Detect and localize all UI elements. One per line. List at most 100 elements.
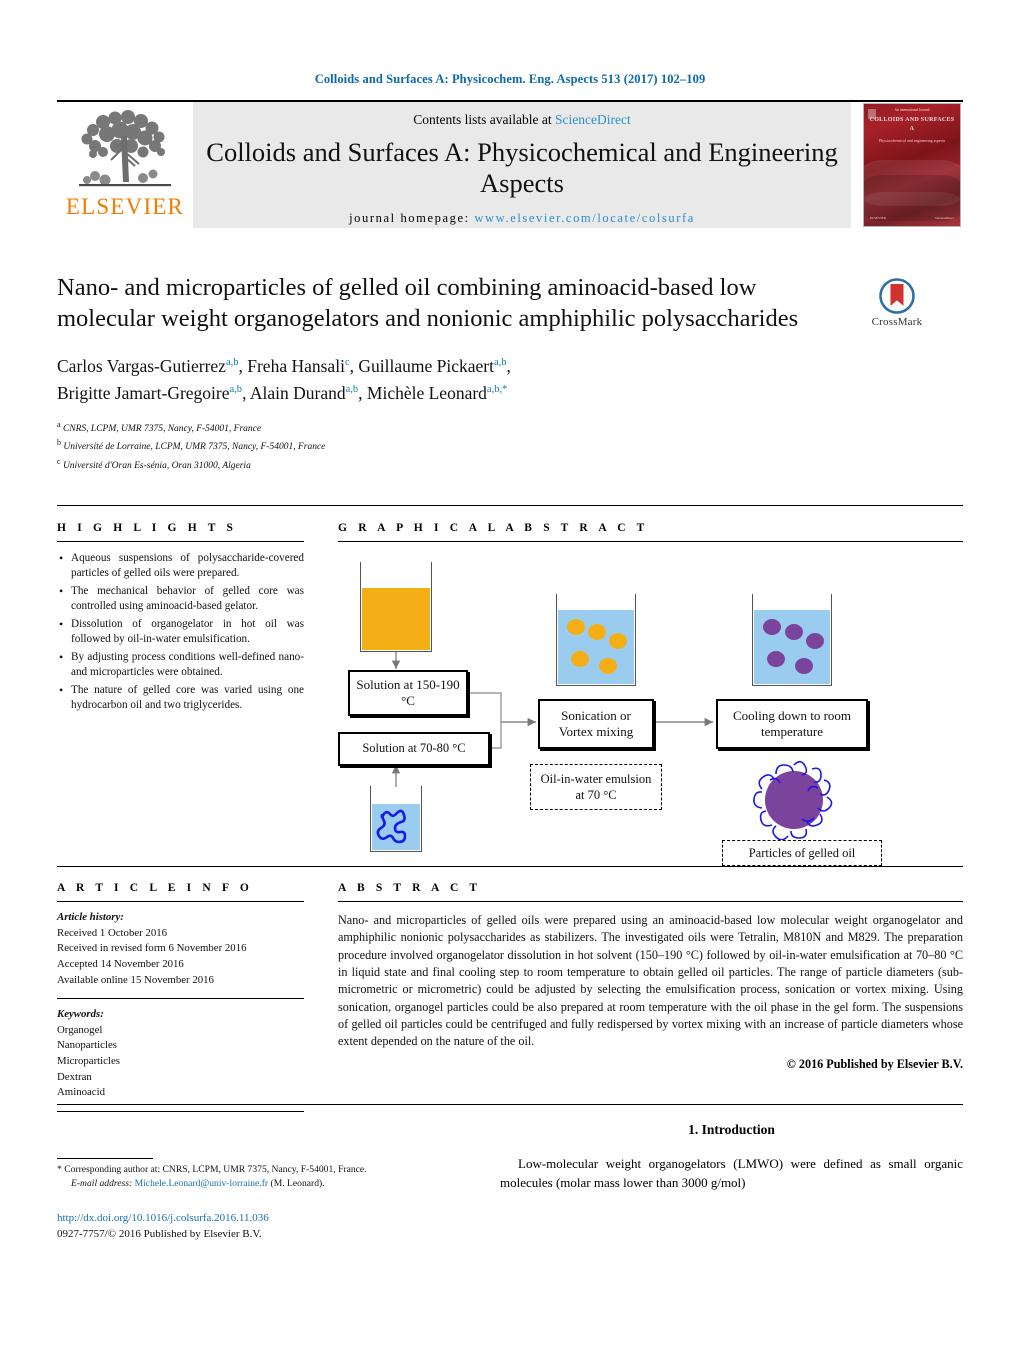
gelled-particle <box>766 651 785 668</box>
cover-subtitle: Physicochemical and engineering aspects <box>878 138 946 144</box>
box-emulsion-label: Oil-in-water emulsion at 70 °C <box>530 764 662 810</box>
oil-droplet <box>598 658 617 675</box>
journal-article-page: Colloids and Surfaces A: Physicochem. En… <box>0 0 1020 1351</box>
running-head: Colloids and Surfaces A: Physicochem. En… <box>314 72 706 86</box>
article-history-block: Article history: Received 1 October 2016… <box>57 910 304 988</box>
beaker-gelled <box>752 594 832 686</box>
gelled-particle <box>762 619 781 636</box>
list-item: The nature of gelled core was varied usi… <box>57 682 304 713</box>
keyword-item: Nanoparticles <box>57 1039 117 1052</box>
masthead-center: Contents lists available at ScienceDirec… <box>193 102 851 228</box>
section-divider-bottom <box>57 1104 963 1105</box>
graphical-abstract-heading: G R A P H I C A L A B S T R A C T <box>338 522 649 534</box>
list-item: Dissolution of organogelator in hot oil … <box>57 616 304 647</box>
journal-masthead: ELSEVIER Contents lists available at Sci… <box>57 100 963 228</box>
journal-homepage-label: journal homepage: <box>349 210 470 225</box>
oil-droplet <box>608 633 627 650</box>
graphical-abstract-section: G R A P H I C A L A B S T R A C T Soluti… <box>338 522 963 866</box>
crossmark-icon <box>879 278 915 314</box>
author-sep: , <box>506 355 511 376</box>
cover-bottom-left: ELSEVIER <box>870 216 887 220</box>
keyword-item: Organogel <box>57 1023 103 1036</box>
keywords-block: Keywords: Organogel Nanoparticles Microp… <box>57 1007 304 1101</box>
gelled-particle <box>794 658 813 675</box>
corresponding-star: * <box>57 1164 62 1175</box>
beaker-liquid-water <box>557 610 635 685</box>
gelled-particle <box>784 624 803 641</box>
history-item: Accepted 14 November 2016 <box>57 957 184 970</box>
doi-link[interactable]: http://dx.doi.org/10.1016/j.colsurfa.201… <box>57 1211 487 1227</box>
article-info-rule <box>57 901 304 902</box>
box-particles-label: Particles of gelled oil <box>722 840 882 866</box>
section-divider-mid <box>57 866 963 867</box>
cover-bottom-right: ScienceDirect <box>934 216 954 220</box>
keywords-label: Keywords: <box>57 1008 104 1021</box>
author-affil-marks: a,b,* <box>486 384 508 396</box>
introduction-paragraph: Low-molecular weight organogelators (LMW… <box>500 1156 963 1190</box>
sciencedirect-link[interactable]: ScienceDirect <box>555 112 631 127</box>
author-name: Michèle Leonard <box>366 382 487 403</box>
journal-homepage-line: journal homepage: www.elsevier.com/locat… <box>349 211 695 226</box>
author-sep: , <box>242 382 250 403</box>
affiliation-mark: b <box>57 438 61 448</box>
author-item: Alain Duranda,b <box>250 383 358 403</box>
email-label: E-mail address: <box>71 1178 133 1190</box>
affiliation-text: Université de Lorraine, LCPM, UMR 7375, … <box>63 442 326 453</box>
beaker-liquid-oil <box>361 588 431 651</box>
author-name: Freha Hansali <box>247 355 345 376</box>
graphical-abstract-figure: Solution at 150-190 °C Solution at 70-80… <box>338 552 963 866</box>
issn-line: 0927-7757/© 2016 Published by Elsevier B… <box>57 1227 262 1240</box>
affiliation-list: a CNRS, LCPM, UMR 7375, Nancy, F-54001, … <box>57 419 963 474</box>
doi-block: http://dx.doi.org/10.1016/j.colsurfa.201… <box>57 1211 487 1243</box>
article-history-label: Article history: <box>57 911 124 923</box>
history-item: Available online 15 November 2016 <box>57 973 214 986</box>
article-info-heading: A R T I C L E I N F O <box>57 882 253 894</box>
introduction-section: 1. Introduction Low-molecular weight org… <box>500 1122 963 1193</box>
keyword-item: Dextran <box>57 1070 92 1083</box>
author-item: Freha Hansalic <box>247 356 349 376</box>
crossmark-label: CrossMark <box>871 316 923 328</box>
box-solution-warm: Solution at 70-80 °C <box>338 732 490 766</box>
author-list: Carlos Vargas-Gutierreza,b, Freha Hansal… <box>57 353 837 407</box>
journal-homepage-url[interactable]: www.elsevier.com/locate/colsurfa <box>474 211 694 225</box>
box-solution-hot: Solution at 150-190 °C <box>348 670 468 716</box>
affiliation-text: Université d'Oran Es-sénia, Oran 31000, … <box>62 460 251 471</box>
crossmark-badge[interactable]: CrossMark <box>841 278 953 328</box>
beaker-polysaccharide <box>370 786 422 852</box>
abstract-rule <box>338 901 963 902</box>
keyword-item: Microparticles <box>57 1055 120 1068</box>
elsevier-logo: ELSEVIER <box>57 102 193 228</box>
author-item: Brigitte Jamart-Gregoirea,b <box>57 383 242 403</box>
contents-prefix: Contents lists available at <box>413 112 555 127</box>
polysaccharide-squiggle-icon <box>376 809 407 844</box>
journal-title: Colloids and Surfaces A: Physicochemical… <box>206 137 838 199</box>
cover-journal-name: COLLOIDS AND SURFACES A <box>869 117 955 133</box>
page-title: Nano- and microparticles of gelled oil c… <box>57 274 799 333</box>
section-divider-top <box>57 505 963 506</box>
gelled-oil-particle-icon <box>753 760 833 841</box>
list-item: By adjusting process conditions well-def… <box>57 649 304 680</box>
keywords-rule-top <box>57 998 304 1000</box>
corresponding-author-note: * Corresponding author at: CNRS, LCPM, U… <box>57 1163 477 1192</box>
affiliation-item: a CNRS, LCPM, UMR 7375, Nancy, F-54001, … <box>57 419 963 437</box>
email-link[interactable]: Michele.Leonard@univ-lorraine.fr <box>135 1178 269 1189</box>
cover-top-line: An international Journal <box>894 108 930 112</box>
abstract-text: Nano- and microparticles of gelled oils … <box>338 913 963 1049</box>
keyword-item: Aminoacid <box>57 1086 105 1099</box>
author-item: Michèle Leonarda,b,* <box>367 383 507 403</box>
title-block: Nano- and microparticles of gelled oil c… <box>57 272 963 474</box>
affiliation-mark: c <box>57 456 61 466</box>
oil-droplet <box>570 651 589 668</box>
gelled-particle <box>805 633 824 650</box>
author-affil-marks: a,b <box>225 356 239 368</box>
introduction-heading: 1. Introduction <box>688 1122 775 1137</box>
elsevier-tree-icon <box>79 110 171 187</box>
keywords-rule-bottom <box>57 1111 304 1113</box>
corresponding-text: Corresponding author at: CNRS, LCPM, UMR… <box>64 1164 367 1175</box>
cover-text-block: An international Journal COLLOIDS AND SU… <box>869 108 955 148</box>
highlights-rule <box>57 541 304 542</box>
list-item: Aqueous suspensions of polysaccharide-co… <box>57 550 304 581</box>
highlights-list: Aqueous suspensions of polysaccharide-co… <box>57 550 304 713</box>
history-item: Received 1 October 2016 <box>57 926 168 939</box>
email-owner: (M. Leonard). <box>270 1178 325 1190</box>
